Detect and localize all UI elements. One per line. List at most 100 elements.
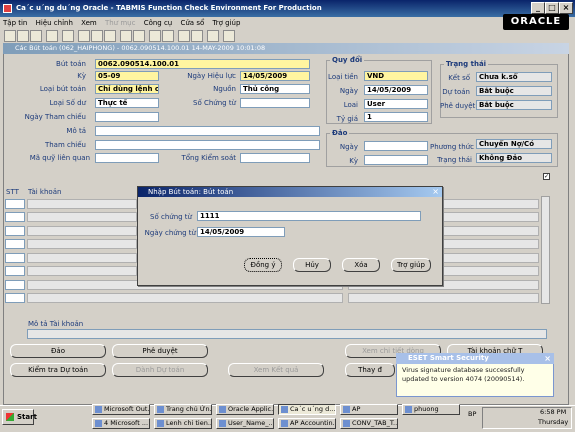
translations-icon[interactable]: [178, 30, 190, 42]
dialog-help-button[interactable]: Trợ giúp: [391, 258, 431, 272]
copy-icon[interactable]: [91, 30, 103, 42]
menu-folder[interactable]: Thư mục: [102, 17, 138, 29]
taskbar-item[interactable]: AP: [340, 404, 398, 415]
taskbar-item[interactable]: 4 Microsoft ...: [92, 418, 150, 429]
language-indicator[interactable]: BP: [468, 410, 476, 418]
minimize-button[interactable]: _: [531, 2, 545, 14]
paste-icon[interactable]: [104, 30, 116, 42]
tham-chieu-field[interactable]: [95, 140, 320, 150]
delete-record-icon[interactable]: [133, 30, 145, 42]
taskbar-item[interactable]: CONV_TAB_T...: [340, 418, 398, 429]
line-account[interactable]: [27, 199, 137, 209]
open-icon[interactable]: [4, 30, 16, 42]
cut-icon[interactable]: [78, 30, 90, 42]
loai-but-toan-field[interactable]: Chỉ dùng lệnh chỉ: [95, 84, 159, 94]
but-toan-field[interactable]: 0062.090514.100.01: [95, 59, 310, 69]
ket-so-field[interactable]: Chưa k.sổ: [476, 72, 552, 82]
maximize-button[interactable]: □: [545, 2, 559, 14]
line-amount[interactable]: [443, 226, 539, 236]
taskbar-item-active[interactable]: Ca´c u´ng d...: [278, 404, 336, 415]
taskbar-item[interactable]: AP Accountin...: [278, 418, 336, 429]
line-account[interactable]: [27, 226, 137, 236]
zoom-icon[interactable]: [162, 30, 174, 42]
close-form-icon[interactable]: [62, 30, 74, 42]
eset-close-icon[interactable]: ×: [544, 353, 551, 364]
start-button[interactable]: Start: [2, 409, 37, 425]
du-toan-field[interactable]: Bắt buộc: [476, 86, 552, 96]
line-amount[interactable]: [443, 239, 539, 249]
menu-edit[interactable]: Hiệu chỉnh: [33, 17, 76, 29]
line-amount[interactable]: [443, 253, 539, 263]
taskbar-item[interactable]: Trang chủ Ứn...: [154, 404, 212, 415]
loai-so-du-field[interactable]: Thực tế: [95, 98, 159, 108]
line-stt-7[interactable]: [5, 280, 25, 290]
menu-view[interactable]: Xem: [78, 17, 100, 29]
attachments-icon[interactable]: [191, 30, 203, 42]
line-amount[interactable]: [348, 293, 539, 303]
help-icon[interactable]: [223, 30, 235, 42]
line-amount[interactable]: [443, 199, 539, 209]
line-account[interactable]: [27, 293, 343, 303]
new-record-icon[interactable]: [120, 30, 132, 42]
line-stt-3[interactable]: [5, 226, 25, 236]
ty-gia-field[interactable]: 1: [364, 112, 428, 122]
line-stt-4[interactable]: [5, 239, 25, 249]
line-stt-6[interactable]: [5, 266, 25, 276]
thay-doi-button[interactable]: Thay đ: [345, 363, 395, 377]
dialog-so-chung-tu-field[interactable]: 1111: [197, 211, 421, 221]
lines-checkbox[interactable]: ✓: [543, 173, 550, 180]
edit-field-icon[interactable]: [149, 30, 161, 42]
phe-duyet-button[interactable]: Phê duyệt: [112, 344, 208, 358]
line-stt-8[interactable]: [5, 293, 25, 303]
line-stt-1[interactable]: [5, 199, 25, 209]
dao-ky-field[interactable]: [364, 155, 428, 165]
taskbar-item[interactable]: Oracle Applic...: [216, 404, 274, 415]
nguon-field[interactable]: Thủ công: [240, 84, 310, 94]
taskbar-item[interactable]: phuong: [402, 404, 460, 415]
line-account[interactable]: [27, 253, 137, 263]
dialog-delete-button[interactable]: Xóa: [342, 258, 380, 272]
mo-ta-tai-khoan-field[interactable]: [27, 329, 547, 339]
loai-field[interactable]: User: [364, 99, 428, 109]
quy-doi-ngay-field[interactable]: 14/05/2009: [364, 85, 428, 95]
dialog-ok-button[interactable]: Đồng ý: [244, 258, 282, 272]
menu-help[interactable]: Trợ giúp: [210, 17, 244, 29]
navigate-icon[interactable]: [30, 30, 42, 42]
menu-tools[interactable]: Công cụ: [141, 17, 176, 29]
line-stt-2[interactable]: [5, 212, 25, 222]
folder-tools-icon[interactable]: [207, 30, 219, 42]
line-stt-5[interactable]: [5, 253, 25, 263]
ngay-hieu-luc-field[interactable]: 14/05/2009: [240, 71, 310, 81]
menu-window[interactable]: Cửa sổ: [177, 17, 207, 29]
danh-du-toan-button[interactable]: Dành Dự toán: [112, 363, 208, 377]
dialog-cancel-button[interactable]: Hủy: [293, 258, 331, 272]
taskbar-item[interactable]: Lenh chi tien...: [154, 418, 212, 429]
xem-ket-qua-button[interactable]: Xem Kết quả: [228, 363, 324, 377]
dialog-close-icon[interactable]: ×: [432, 187, 439, 197]
line-account[interactable]: [27, 239, 137, 249]
dao-button[interactable]: Đảo: [10, 344, 106, 358]
ngay-tham-chieu-field[interactable]: [95, 112, 159, 122]
tong-kiem-soat-field[interactable]: [240, 153, 310, 163]
line-amount[interactable]: [443, 212, 539, 222]
phe-duyet-field[interactable]: Bắt buộc: [476, 100, 552, 110]
ma-quy-field[interactable]: [95, 153, 159, 163]
dao-ngay-field[interactable]: [364, 141, 428, 151]
save-icon[interactable]: [17, 30, 29, 42]
dialog-ngay-chung-tu-field[interactable]: 14/05/2009: [197, 227, 285, 237]
line-amount[interactable]: [443, 266, 539, 276]
print-icon[interactable]: [46, 30, 58, 42]
taskbar-item[interactable]: Microsoft Out...: [92, 404, 150, 415]
line-account[interactable]: [27, 266, 137, 276]
kiem-tra-du-toan-button[interactable]: Kiểm tra Dự toán: [10, 363, 106, 377]
so-chung-tu-field[interactable]: [240, 98, 310, 108]
ky-field[interactable]: 05-09: [95, 71, 159, 81]
lines-scrollbar[interactable]: [541, 196, 550, 304]
taskbar-item[interactable]: User_Name_...: [216, 418, 274, 429]
loai-tien-field[interactable]: VND: [364, 71, 428, 81]
mo-ta-field[interactable]: [95, 126, 320, 136]
line-account[interactable]: [27, 212, 137, 222]
phuong-thuc-select[interactable]: Chuyển Nợ/Có: [476, 139, 552, 149]
close-button[interactable]: ×: [559, 2, 573, 14]
menu-file[interactable]: Tập tin: [0, 17, 30, 29]
